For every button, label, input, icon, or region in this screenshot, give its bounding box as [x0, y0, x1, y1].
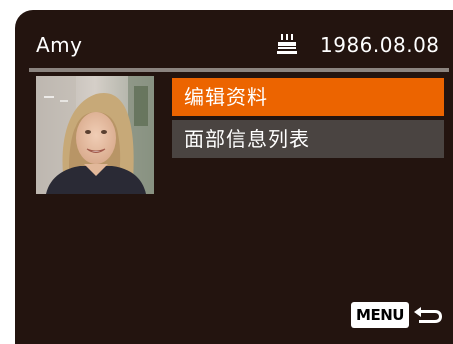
- camera-face-id-screen: Amy 1986.08.08 编辑资料 面部信息列表 MENU: [0, 0, 453, 344]
- birthday-cake-icon: [277, 34, 297, 54]
- menu-item-face-info-list[interactable]: 面部信息列表: [172, 120, 444, 158]
- face-photo-thumbnail: [36, 76, 154, 194]
- header-divider: [29, 68, 449, 72]
- person-name: Amy: [36, 33, 83, 57]
- menu-button[interactable]: MENU: [351, 302, 409, 328]
- menu-item-edit-profile[interactable]: 编辑资料: [172, 78, 444, 116]
- birthday-date: 1986.08.08: [320, 33, 440, 57]
- return-arrow-icon[interactable]: [411, 302, 445, 328]
